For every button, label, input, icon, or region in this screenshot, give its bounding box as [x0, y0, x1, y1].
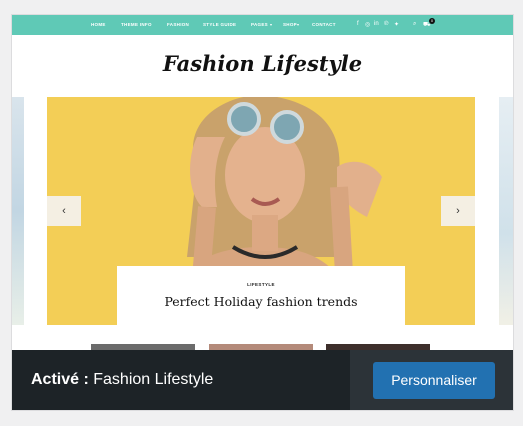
slide-preview-right	[499, 97, 513, 325]
slider-prev-button: ‹	[47, 196, 81, 226]
slider-next-button: ›	[441, 196, 475, 226]
linkedin-icon: in	[374, 21, 379, 27]
theme-nav-bar: HOME THEME INFO FASHION STYLE GUIDE PAGE…	[12, 15, 513, 35]
cart-count-badge: 0	[429, 18, 435, 24]
theme-card[interactable]: HOME THEME INFO FASHION STYLE GUIDE PAGE…	[11, 14, 514, 411]
search-icon: ⌕	[413, 21, 417, 27]
slide-preview-left	[12, 97, 24, 325]
slide-caption-box: LIFESTYLE Perfect Holiday fashion trends	[117, 266, 405, 328]
active-status-label: Activé :	[31, 371, 89, 388]
slide-title: Perfect Holiday fashion trends	[164, 294, 358, 309]
theme-card-footer: Activé : Fashion Lifestyle Personnaliser	[12, 350, 513, 410]
nav-style-guide: STYLE GUIDE	[203, 22, 237, 27]
nav-fashion: FASHION	[167, 22, 190, 27]
pinterest-icon: ℗	[384, 21, 389, 27]
hero-slider: ‹ › LIFESTYLE Perfect Holiday fashion tr…	[12, 97, 513, 328]
instagram-icon: ◎	[365, 22, 371, 28]
active-theme-name: Fashion Lifestyle	[93, 371, 214, 388]
nav-theme-info: THEME INFO	[121, 22, 152, 27]
chevron-down-icon: ▾	[297, 22, 300, 27]
slide-category-tag: LIFESTYLE	[247, 282, 275, 287]
theme-logo: Fashion Lifestyle	[162, 51, 363, 76]
facebook-icon: f	[357, 21, 359, 27]
nav-pages: PAGES	[251, 22, 268, 27]
twitter-icon: ✦	[394, 22, 400, 28]
nav-home: HOME	[91, 22, 106, 27]
nav-contact: CONTACT	[312, 22, 336, 27]
chevron-down-icon: ▾	[270, 22, 273, 27]
nav-shop: SHOP	[283, 22, 297, 27]
customize-button[interactable]: Personnaliser	[373, 362, 495, 399]
active-theme-label: Activé : Fashion Lifestyle	[31, 371, 213, 389]
